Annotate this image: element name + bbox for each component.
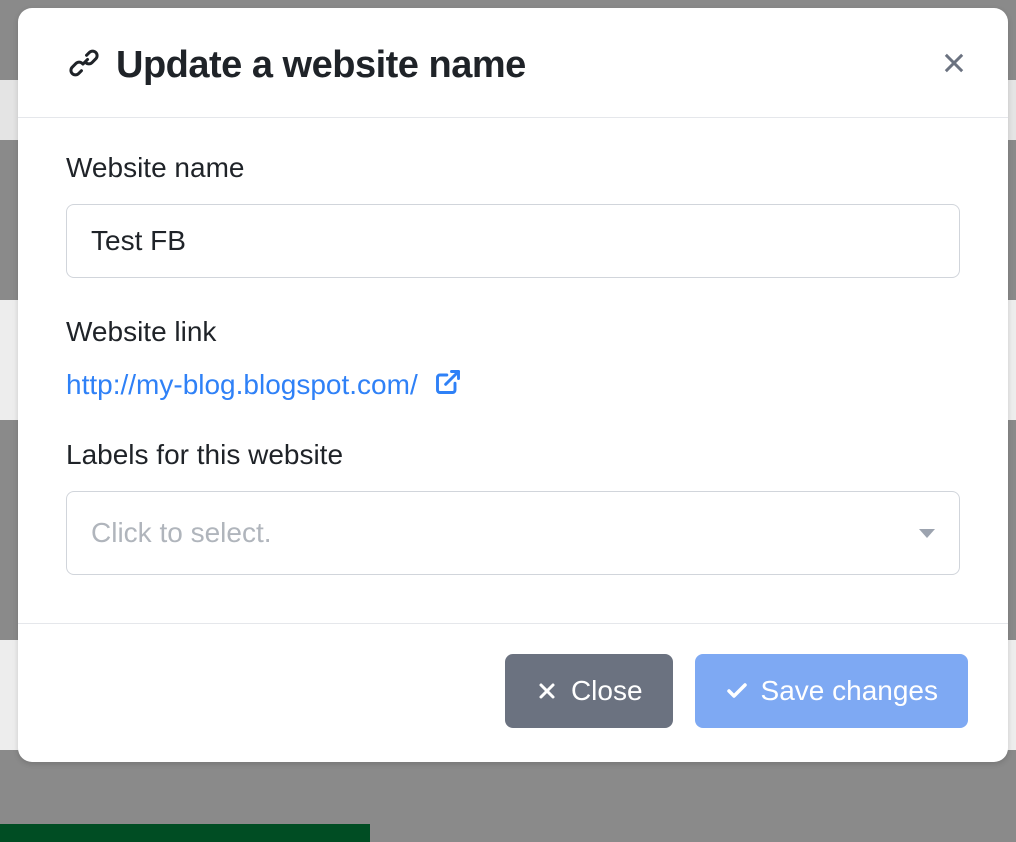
- website-link-field: Website link http://my-blog.blogspot.com…: [66, 316, 960, 401]
- website-name-field: Website name: [66, 152, 960, 278]
- labels-label: Labels for this website: [66, 439, 960, 471]
- chevron-down-icon: [919, 529, 935, 538]
- close-icon[interactable]: [940, 49, 968, 82]
- website-link[interactable]: http://my-blog.blogspot.com/: [66, 369, 418, 401]
- website-name-input[interactable]: [66, 204, 960, 278]
- close-button-label: Close: [571, 675, 643, 707]
- modal-footer: Close Save changes: [18, 623, 1008, 762]
- modal-title-wrap: Update a website name: [66, 44, 526, 87]
- save-button[interactable]: Save changes: [695, 654, 968, 728]
- link-icon: [66, 45, 102, 86]
- labels-select[interactable]: Click to select.: [66, 491, 960, 575]
- save-button-label: Save changes: [761, 675, 938, 707]
- website-name-label: Website name: [66, 152, 960, 184]
- modal-title: Update a website name: [116, 44, 526, 87]
- external-link-icon[interactable]: [434, 368, 462, 401]
- close-button[interactable]: Close: [505, 654, 673, 728]
- website-link-label: Website link: [66, 316, 960, 348]
- labels-placeholder: Click to select.: [91, 517, 272, 549]
- update-website-modal: Update a website name Website name Websi…: [18, 8, 1008, 762]
- modal-header: Update a website name: [18, 8, 1008, 118]
- modal-body: Website name Website link http://my-blog…: [18, 118, 1008, 623]
- labels-field: Labels for this website Click to select.: [66, 439, 960, 575]
